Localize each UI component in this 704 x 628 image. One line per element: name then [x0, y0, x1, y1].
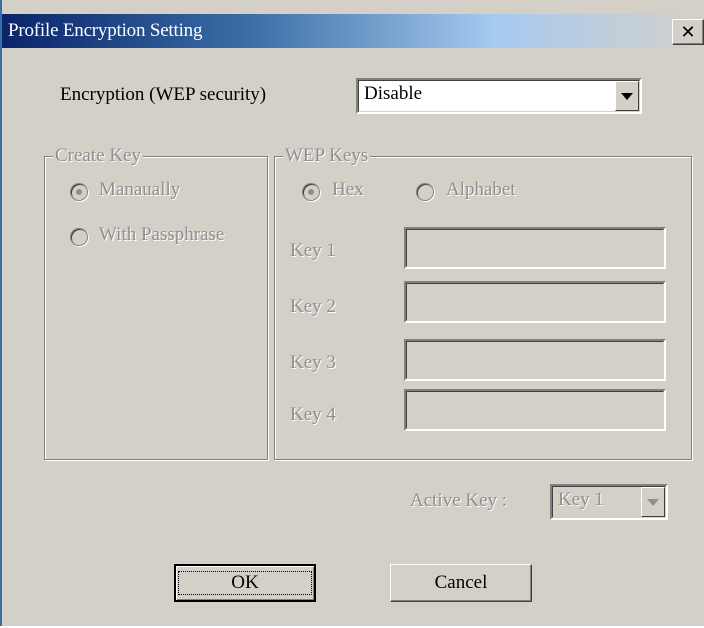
- dialog-window: Profile Encryption Setting ✕ Encryption …: [0, 0, 704, 626]
- active-key-select-value: Key 1: [558, 489, 604, 510]
- radio-hex-label: Hex: [332, 179, 364, 200]
- close-button[interactable]: ✕: [672, 19, 704, 45]
- radio-passphrase[interactable]: [70, 228, 88, 246]
- radio-alphabet[interactable]: [416, 183, 434, 201]
- radio-hex[interactable]: [302, 183, 320, 201]
- encryption-select-value: Disable: [364, 83, 423, 104]
- cancel-button[interactable]: Cancel: [390, 564, 532, 602]
- radio-selected-dot: [308, 189, 314, 195]
- wep-keys-legend: WEP Keys: [283, 145, 371, 167]
- encryption-label: Encryption (WEP security): [60, 84, 267, 105]
- title-bar[interactable]: Profile Encryption Setting ✕: [2, 14, 704, 48]
- dialog-title: Profile Encryption Setting: [8, 20, 203, 41]
- chevron-down-icon: [621, 92, 633, 100]
- close-icon: ✕: [680, 21, 696, 43]
- key2-label: Key 2: [290, 296, 336, 317]
- active-key-label: Active Key :: [410, 490, 508, 511]
- encryption-dropdown-button[interactable]: [615, 81, 639, 111]
- cancel-button-label: Cancel: [434, 572, 488, 593]
- key4-label: Key 4: [290, 404, 336, 425]
- active-key-dropdown-button[interactable]: [641, 487, 665, 517]
- key3-label: Key 3: [290, 352, 336, 373]
- radio-alphabet-label: Alphabet: [446, 179, 516, 200]
- create-key-legend: Create Key: [53, 145, 143, 167]
- key2-input[interactable]: [404, 281, 666, 323]
- radio-manually[interactable]: [70, 183, 88, 201]
- encryption-select[interactable]: Disable: [356, 78, 642, 114]
- ok-button-label: OK: [178, 571, 312, 595]
- key1-input[interactable]: [404, 227, 666, 269]
- create-key-group: Create Key: [44, 145, 268, 460]
- key3-input[interactable]: [404, 339, 666, 381]
- key4-input[interactable]: [404, 389, 666, 431]
- radio-manually-label: Manaually: [99, 179, 181, 200]
- active-key-select[interactable]: Key 1: [550, 484, 668, 520]
- ok-button[interactable]: OK: [174, 564, 316, 602]
- chevron-down-icon: [647, 498, 659, 506]
- radio-selected-dot: [76, 189, 82, 195]
- key1-label: Key 1: [290, 240, 336, 261]
- radio-passphrase-label: With Passphrase: [99, 224, 225, 245]
